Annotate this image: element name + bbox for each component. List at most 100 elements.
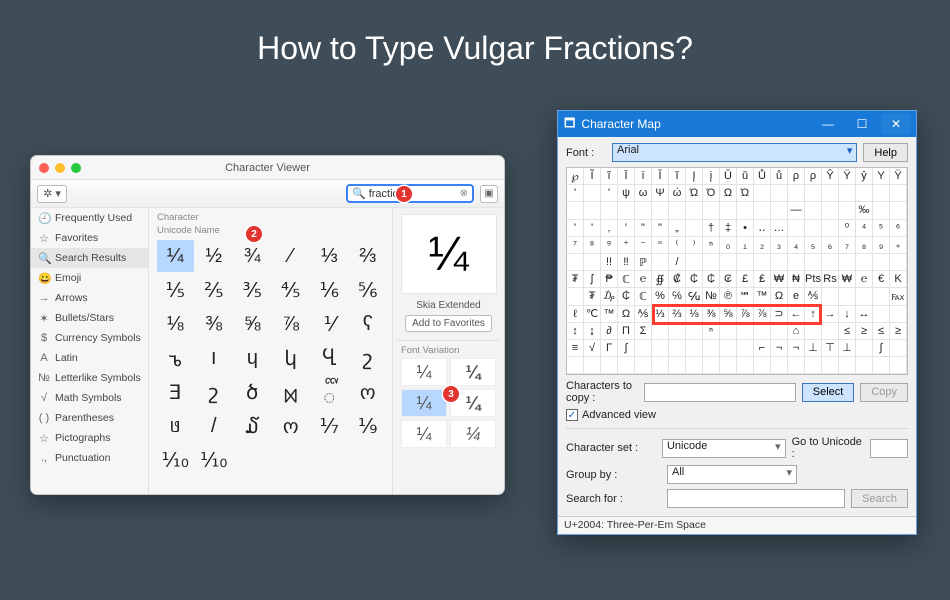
character-cell[interactable]: ⁵ [873, 220, 890, 237]
character-cell[interactable]: ₩ [839, 271, 856, 288]
character-cell[interactable]: ₂ [754, 237, 771, 254]
character-cell[interactable]: ' [567, 220, 584, 237]
character-cell[interactable] [771, 254, 788, 271]
character-cell[interactable] [686, 254, 703, 271]
character-cell[interactable]: ½ [196, 240, 233, 272]
character-cell[interactable]: ⅜ [196, 308, 233, 340]
character-cell[interactable]: ← [788, 306, 805, 323]
character-cell[interactable]: Π [618, 323, 635, 340]
character-cell[interactable]: ₵ [618, 288, 635, 305]
character-cell[interactable] [822, 220, 839, 237]
character-cell[interactable]: ‰ [856, 202, 873, 219]
character-cell[interactable]: ₩ [771, 271, 788, 288]
character-cell[interactable]: … [771, 220, 788, 237]
character-cell[interactable]: ∫ [584, 271, 601, 288]
character-cell[interactable]: ₢ [720, 271, 737, 288]
character-cell[interactable]: ₅ [805, 237, 822, 254]
character-cell[interactable] [805, 254, 822, 271]
character-cell[interactable]: ₮ [567, 271, 584, 288]
character-cell[interactable]: ⅞ [754, 306, 771, 323]
character-cell[interactable]: Ω [720, 185, 737, 202]
character-cell[interactable]: ℓ [567, 306, 584, 323]
minimize-icon[interactable]: — [814, 114, 842, 134]
character-cell[interactable]: ₵ [703, 271, 720, 288]
character-cell[interactable]: ᢅ [311, 376, 348, 408]
character-cell[interactable] [890, 254, 907, 271]
character-cell[interactable] [686, 340, 703, 357]
character-cell[interactable] [584, 202, 601, 219]
select-button[interactable]: Select [802, 383, 855, 402]
character-cell[interactable] [822, 185, 839, 202]
character-cell[interactable]: ⁿ [703, 237, 720, 254]
character-cell[interactable]: ↨ [584, 323, 601, 340]
character-cell[interactable] [703, 357, 720, 374]
character-cell[interactable] [737, 323, 754, 340]
character-cell[interactable]: շ [350, 342, 387, 374]
character-cell[interactable]: ' [601, 185, 618, 202]
character-cell[interactable]: " [635, 220, 652, 237]
advanced-view-checkbox[interactable]: ✓ Advanced view [566, 409, 908, 421]
close-icon[interactable]: ✕ [882, 114, 910, 134]
character-cell[interactable]: ώ [669, 185, 686, 202]
character-cell[interactable] [567, 357, 584, 374]
sidebar-item[interactable]: √Math Symbols [31, 388, 148, 408]
character-cell[interactable]: ℘ [567, 168, 584, 185]
character-cell[interactable]: ⅐ [311, 410, 348, 442]
character-cell[interactable]: Ώ [737, 185, 754, 202]
character-cell[interactable]: ⁰ [839, 220, 856, 237]
character-cell[interactable]: ₱ [601, 271, 618, 288]
character-cell[interactable]: ĩ [601, 168, 618, 185]
character-cell[interactable]: ⌂ [788, 323, 805, 340]
character-cell[interactable] [703, 254, 720, 271]
gear-menu-button[interactable]: ✲ ▾ [37, 185, 67, 203]
character-cell[interactable]: ⅚ [350, 274, 387, 306]
character-cell[interactable] [234, 444, 271, 476]
character-cell[interactable]: ⅍ [805, 288, 822, 305]
font-select[interactable]: Arial ▾ [612, 143, 857, 162]
characters-to-copy-input[interactable] [644, 383, 796, 402]
character-cell[interactable]: ī [635, 168, 652, 185]
character-cell[interactable]: ⅜ [703, 306, 720, 323]
character-cell[interactable]: Ÿ [890, 168, 907, 185]
clear-search-icon[interactable]: ⊗ [460, 188, 468, 199]
character-cell[interactable]: ⅟ [311, 308, 348, 340]
character-cell[interactable] [839, 254, 856, 271]
character-cell[interactable]: ₦ [788, 271, 805, 288]
character-cell[interactable]: Ό [703, 185, 720, 202]
character-cell[interactable]: ⌐ [754, 340, 771, 357]
character-cell[interactable] [788, 220, 805, 237]
character-cell[interactable]: ꭌ [157, 342, 194, 374]
character-cell[interactable] [788, 185, 805, 202]
character-cell[interactable]: ℂ [635, 288, 652, 305]
character-cell[interactable]: ⅖ [196, 274, 233, 306]
character-cell[interactable]: ¬ [771, 340, 788, 357]
character-cell[interactable]: ⁶ [890, 220, 907, 237]
character-cell[interactable]: ≡ [567, 340, 584, 357]
character-cell[interactable]: ∂ [601, 323, 618, 340]
character-cell[interactable]: ℠ [737, 288, 754, 305]
character-cell[interactable] [703, 202, 720, 219]
character-cell[interactable]: ⴺ [157, 376, 194, 408]
character-cell[interactable]: ⅞ [273, 308, 310, 340]
character-cell[interactable] [839, 288, 856, 305]
character-cell[interactable]: ⁴ [856, 220, 873, 237]
character-cell[interactable]: ⅕ [157, 274, 194, 306]
character-cell[interactable] [584, 357, 601, 374]
character-cell[interactable]: ⁾ [686, 237, 703, 254]
font-variation-cell[interactable]: ¼ [450, 358, 496, 386]
character-cell[interactable] [873, 288, 890, 305]
character-cell[interactable]: ₉ [873, 237, 890, 254]
character-cell[interactable]: ≥ [856, 323, 873, 340]
character-cell[interactable] [635, 357, 652, 374]
character-cell[interactable] [890, 306, 907, 323]
character-cell[interactable] [754, 202, 771, 219]
character-cell[interactable] [669, 340, 686, 357]
character-cell[interactable]: Ω [618, 306, 635, 323]
character-cell[interactable]: Rs [822, 271, 839, 288]
character-cell[interactable] [805, 220, 822, 237]
character-cell[interactable] [856, 357, 873, 374]
character-cell[interactable] [635, 202, 652, 219]
character-cell[interactable] [720, 340, 737, 357]
character-cell[interactable]: ⁽ [669, 237, 686, 254]
character-cell[interactable] [350, 444, 387, 476]
